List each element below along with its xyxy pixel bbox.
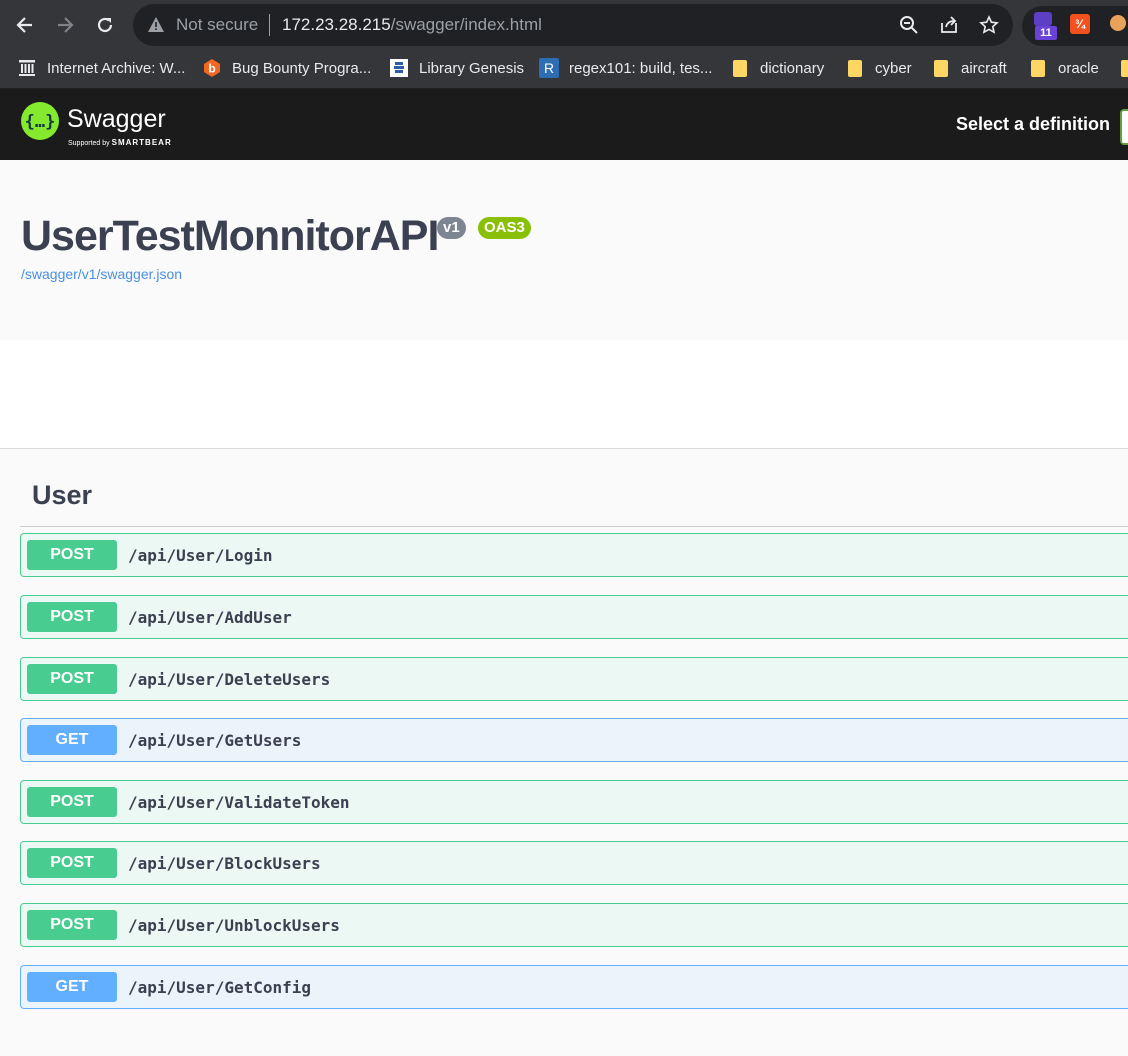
bookmark-folder-overflow[interactable]: [1118, 50, 1128, 86]
definition-select[interactable]: [1120, 109, 1128, 145]
address-bar[interactable]: Not secure 172.23.28.215/swagger/index.h…: [133, 4, 1013, 46]
browser-toolbar: Not secure 172.23.28.215/swagger/index.h…: [0, 0, 1128, 50]
operation-block-users[interactable]: POST /api/User/BlockUsers: [20, 841, 1128, 885]
forward-button[interactable]: [49, 9, 81, 41]
url-host: 172.23.28.215: [282, 15, 391, 34]
operation-delete-users[interactable]: POST /api/User/DeleteUsers: [20, 657, 1128, 701]
bookmark-regex101[interactable]: R regex101: build, tes...: [539, 50, 712, 86]
method-badge: POST: [27, 787, 117, 817]
section-divider: [20, 526, 1128, 527]
bugcrowd-icon: b: [202, 58, 222, 78]
tag-section-title[interactable]: User: [32, 480, 92, 511]
reload-button[interactable]: [89, 9, 121, 41]
method-badge: POST: [27, 602, 117, 632]
bookmark-folder-cyber[interactable]: cyber: [845, 50, 912, 86]
method-badge: POST: [27, 848, 117, 878]
zoom-icon[interactable]: [899, 15, 919, 35]
bookmark-label: Library Genesis: [419, 59, 525, 77]
folder-icon: [931, 58, 951, 78]
method-badge: POST: [27, 540, 117, 570]
method-badge: GET: [27, 725, 117, 755]
method-badge: POST: [27, 910, 117, 940]
swagger-topbar: {…} Swagger Supported by SMARTBEAR Selec…: [0, 89, 1128, 160]
svg-text:b: b: [208, 62, 215, 76]
share-icon[interactable]: [939, 15, 959, 35]
operation-add-user[interactable]: POST /api/User/AddUser: [20, 595, 1128, 639]
bookmark-label: dictionary: [760, 59, 825, 77]
bookmark-folder-aircraft[interactable]: aircraft: [931, 50, 1007, 86]
bookmark-label: oracle: [1058, 59, 1099, 77]
folder-icon: [730, 58, 750, 78]
translate-extension-icon[interactable]: ¾: [1070, 14, 1090, 34]
select-definition-label: Select a definition: [956, 114, 1111, 134]
bookmark-label: Bug Bounty Progra...: [232, 59, 372, 77]
bookmark-label: Internet Archive: W...: [47, 59, 186, 77]
method-badge: GET: [27, 972, 117, 1002]
cookie-extension-icon[interactable]: [1110, 15, 1126, 31]
operation-path: /api/User/GetConfig: [128, 978, 312, 997]
method-badge: POST: [27, 664, 117, 694]
bookmark-library-genesis[interactable]: Library Genesis: [389, 50, 524, 86]
archive-icon: [17, 58, 37, 78]
bookmark-label: aircraft: [961, 59, 1007, 77]
not-secure-label: Not secure: [176, 15, 259, 34]
scheme-container: [0, 340, 1128, 449]
api-info: UserTestMonnitorAPI v1 OAS3 /swagger/v1/…: [0, 160, 1128, 340]
folder-icon: [1028, 58, 1048, 78]
svg-text:{…}: {…}: [25, 112, 56, 132]
bookmark-label: regex101: build, tes...: [569, 59, 713, 77]
version-badge: v1: [437, 217, 466, 239]
swagger-logo-text: Swagger: [67, 105, 166, 133]
operation-path: /api/User/Login: [128, 546, 273, 565]
reload-icon: [97, 17, 113, 33]
operation-path: /api/User/AddUser: [128, 608, 292, 627]
operation-get-config[interactable]: GET /api/User/GetConfig: [20, 965, 1128, 1009]
spec-json-link[interactable]: /swagger/v1/swagger.json: [21, 266, 182, 282]
operation-validate-token[interactable]: POST /api/User/ValidateToken: [20, 780, 1128, 824]
api-title: UserTestMonnitorAPI: [21, 212, 439, 260]
operation-path: /api/User/BlockUsers: [128, 854, 321, 873]
forward-arrow-icon: [58, 17, 74, 33]
bookmark-label: cyber: [875, 59, 912, 77]
bookmark-folder-oracle[interactable]: oracle: [1028, 50, 1099, 86]
url-path: /swagger/index.html: [390, 15, 542, 34]
operation-get-users[interactable]: GET /api/User/GetUsers: [20, 718, 1128, 762]
address-separator: [269, 14, 270, 36]
back-button[interactable]: [9, 9, 41, 41]
operation-path: /api/User/UnblockUsers: [128, 916, 340, 935]
bookmarks-bar: Internet Archive: W... b Bug Bounty Prog…: [0, 50, 1128, 89]
operation-path: /api/User/GetUsers: [128, 731, 302, 750]
folder-icon: [1118, 58, 1128, 78]
warning-icon[interactable]: [147, 16, 165, 33]
back-arrow-icon: [16, 17, 32, 33]
operation-path: /api/User/ValidateToken: [128, 793, 350, 812]
bookmark-internet-archive[interactable]: Internet Archive: W...: [17, 50, 185, 86]
smartbear-brand: SMARTBEAR: [111, 138, 172, 147]
regex-icon: R: [539, 58, 559, 78]
folder-icon: [845, 58, 865, 78]
extensions-area: 11 ¾: [1022, 6, 1128, 46]
operation-login[interactable]: POST /api/User/Login: [20, 533, 1128, 577]
extension-puzzle-icon[interactable]: [1034, 12, 1052, 26]
operation-unblock-users[interactable]: POST /api/User/UnblockUsers: [20, 903, 1128, 947]
tagline-prefix: Supported by: [68, 140, 110, 147]
smartbear-tagline: Supported by SMARTBEAR: [68, 138, 172, 147]
bookmark-folder-dictionary[interactable]: dictionary: [730, 50, 824, 86]
library-icon: [389, 58, 409, 78]
bookmark-bug-bounty[interactable]: b Bug Bounty Progra...: [202, 50, 371, 86]
swagger-logo-icon[interactable]: {…}: [20, 101, 60, 141]
extension-badge: 11: [1035, 26, 1057, 40]
star-bookmark-icon[interactable]: [979, 15, 999, 35]
oas-badge: OAS3: [478, 217, 531, 239]
url-text[interactable]: 172.23.28.215/swagger/index.html: [282, 15, 542, 35]
operation-path: /api/User/DeleteUsers: [128, 670, 331, 689]
